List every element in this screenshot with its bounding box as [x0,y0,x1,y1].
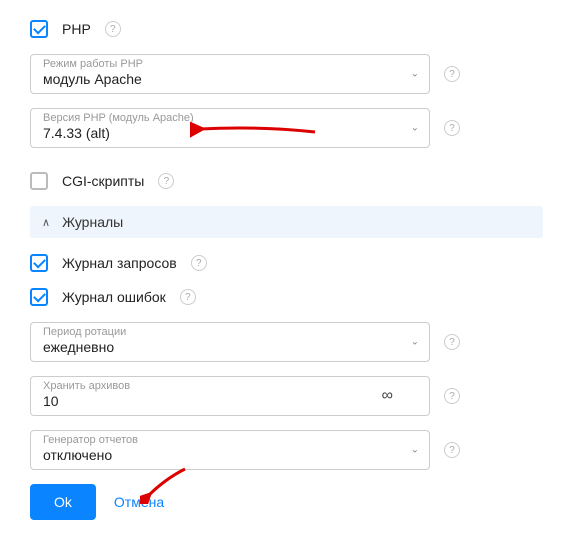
journals-section-header[interactable]: ∧ Журналы [30,206,543,238]
php-version-label: Версия PHP (модуль Apache) [43,112,194,124]
cancel-button[interactable]: Отмена [114,494,164,510]
help-icon[interactable]: ? [444,388,460,404]
chevron-down-icon: ⌄ [411,69,419,80]
chevron-down-icon: ⌄ [411,445,419,456]
journal-requests-checkbox[interactable] [30,254,48,272]
php-version-select[interactable]: Версия PHP (модуль Apache) 7.4.33 (alt) … [30,108,430,148]
help-icon[interactable]: ? [180,289,196,305]
journals-title: Журналы [62,214,123,230]
help-icon[interactable]: ? [105,21,121,37]
rotation-value: ежедневно [43,339,114,355]
journal-errors-checkbox[interactable] [30,288,48,306]
php-mode-label: Режим работы PHP [43,58,143,70]
journal-errors-label: Журнал ошибок [62,289,166,305]
archives-label: Хранить архивов [43,380,130,392]
help-icon[interactable]: ? [191,255,207,271]
help-icon[interactable]: ? [444,120,460,136]
journal-requests-label: Журнал запросов [62,255,177,271]
php-mode-select[interactable]: Режим работы PHP модуль Apache ⌄ [30,54,430,94]
chevron-down-icon: ⌄ [411,337,419,348]
php-version-value: 7.4.33 (alt) [43,125,110,141]
ok-button[interactable]: Ok [30,484,96,520]
help-icon[interactable]: ? [158,173,174,189]
reports-label: Генератор отчетов [43,434,138,446]
reports-select[interactable]: Генератор отчетов отключено ⌄ [30,430,430,470]
help-icon[interactable]: ? [444,66,460,82]
chevron-down-icon: ⌄ [411,123,419,134]
chevron-up-icon: ∧ [42,216,50,229]
archives-input[interactable]: Хранить архивов 10 ∞ [30,376,430,416]
cgi-label: CGI-скрипты [62,173,144,189]
infinity-icon[interactable]: ∞ [382,387,393,405]
php-mode-value: модуль Apache [43,71,142,87]
rotation-period-select[interactable]: Период ротации ежедневно ⌄ [30,322,430,362]
php-label: PHP [62,21,91,37]
rotation-label: Период ротации [43,326,126,338]
help-icon[interactable]: ? [444,442,460,458]
cgi-checkbox[interactable] [30,172,48,190]
reports-value: отключено [43,447,112,463]
php-checkbox[interactable] [30,20,48,38]
help-icon[interactable]: ? [444,334,460,350]
archives-value: 10 [43,393,59,409]
